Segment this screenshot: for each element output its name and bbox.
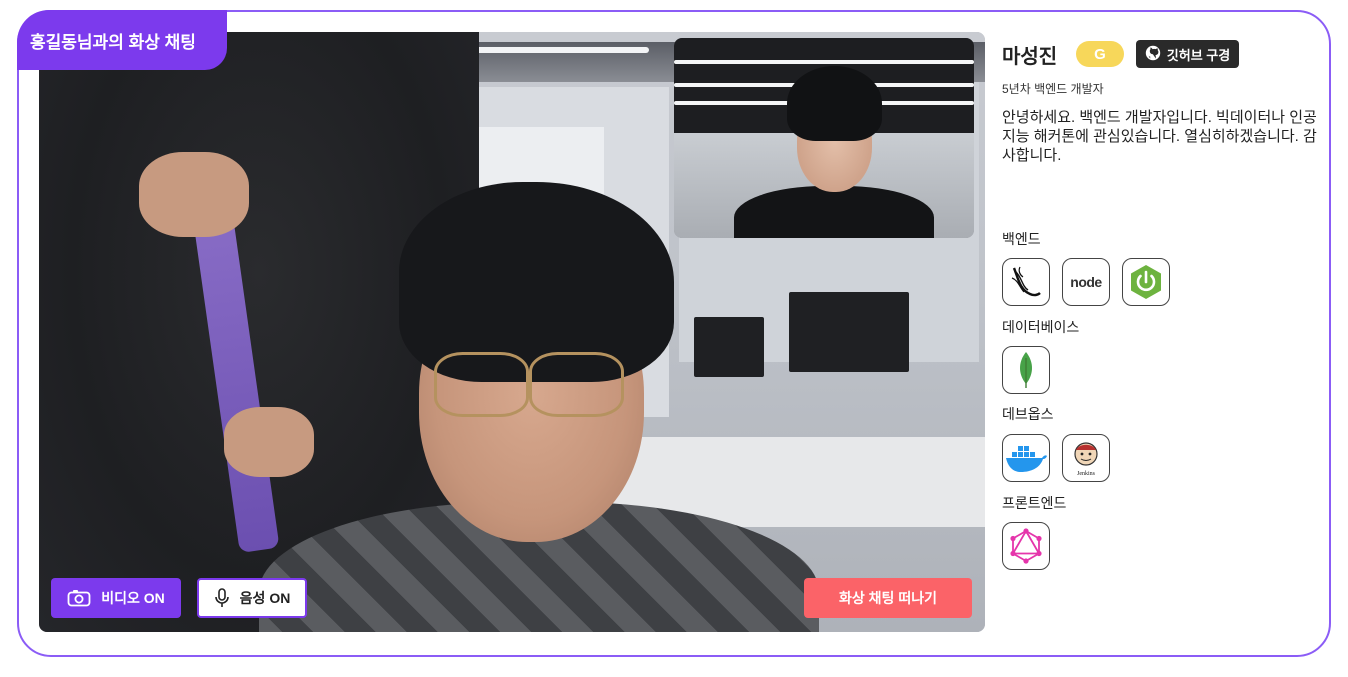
skill-category-database: 데이터베이스: [1002, 319, 1080, 335]
profile-name: 마성진: [1002, 46, 1058, 68]
github-button[interactable]: 깃허브 구경: [1136, 40, 1239, 68]
github-label: 깃허브 구경: [1166, 47, 1231, 63]
graphql-icon: [1002, 522, 1050, 570]
leave-chat-button[interactable]: 화상 채팅 떠나기: [804, 578, 972, 618]
skill-category-frontend: 프론트엔드: [1002, 495, 1067, 511]
audio-toggle-label: 음성 ON: [239, 590, 291, 606]
mongodb-icon: [1002, 346, 1050, 394]
local-video-preview: [674, 38, 974, 238]
docker-icon: [1002, 434, 1050, 482]
github-icon: [1145, 45, 1161, 64]
microphone-icon: [214, 588, 230, 608]
spring-icon: [1122, 258, 1170, 306]
skill-category-devops: 데브옵스: [1002, 406, 1054, 422]
video-toggle-label: 비디오 ON: [101, 590, 165, 606]
leave-chat-label: 화상 채팅 떠나기: [839, 590, 937, 606]
jenkins-icon: Jenkins: [1062, 434, 1110, 482]
flask-icon: [1002, 258, 1050, 306]
skill-category-backend: 백엔드: [1002, 231, 1041, 247]
nodejs-icon: node: [1062, 258, 1110, 306]
profile-subtitle: 5년차 백엔드 개발자: [1002, 82, 1104, 96]
level-badge: G: [1076, 41, 1124, 67]
profile-intro: 안녕하세요. 백엔드 개발자입니다. 빅데이터나 인공지능 해커톤에 관심있습니…: [1002, 109, 1317, 164]
video-toggle-button[interactable]: 비디오 ON: [51, 578, 181, 618]
camera-icon: [67, 589, 91, 607]
audio-toggle-button[interactable]: 음성 ON: [197, 578, 307, 618]
session-title: 홍길동님과의 화상 채팅: [17, 10, 227, 70]
svg-text:Jenkins: Jenkins: [1077, 471, 1096, 477]
